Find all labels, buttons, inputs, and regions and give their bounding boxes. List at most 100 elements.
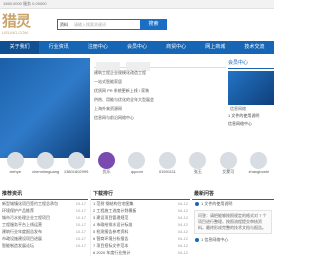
download-ranking-title: 下载排行 xyxy=(91,190,190,200)
search-category-select[interactable]: 资料 xyxy=(58,20,74,29)
list-item[interactable]: 3 建设项目管理规范 04-12 xyxy=(91,214,190,221)
bullet-icon xyxy=(195,237,199,242)
list-item-date: 04-12 xyxy=(177,243,188,248)
avatar xyxy=(67,152,85,169)
list-item-date: 04-12 xyxy=(177,229,188,234)
list-item[interactable]: 城市污水处理企业工程项目 10-17 xyxy=(0,214,88,221)
news-row[interactable]: 上海外来资源网 xyxy=(94,104,226,113)
list-item[interactable]: 4 市政给排水设计标准 04-12 xyxy=(91,221,190,228)
site-logo[interactable]: 猎灵 LIELING.COM xyxy=(2,12,32,36)
avatar xyxy=(128,152,146,169)
qa-question[interactable]: 1 文件的使用说明 xyxy=(192,200,274,208)
nav-item-about[interactable]: 关于我们 xyxy=(0,41,40,54)
qa-question[interactable]: 1 信息网络中心 xyxy=(192,236,274,244)
avatar xyxy=(250,152,268,169)
member-panel: 会员中心 信息网络 1 文件的使用说明 信息网络中心 xyxy=(228,58,274,128)
member-avatar-item[interactable]: xiehye xyxy=(1,152,29,176)
member-link[interactable]: 1 文件的使用说明 xyxy=(228,112,274,120)
member-avatars: xiehye chennlimguang 13801602999 优乐 qqco… xyxy=(0,152,274,176)
list-item[interactable]: 8 2020 年度行业统计 04-12 xyxy=(91,249,190,256)
nav-item-shop[interactable]: 网上商城 xyxy=(196,41,235,54)
list-item-date: 04-12 xyxy=(177,222,188,227)
member-avatar-item[interactable]: 张玉 xyxy=(184,152,212,176)
featured-banner[interactable] xyxy=(0,58,90,158)
member-avatar-item[interactable]: qqcom xyxy=(123,152,151,176)
member-avatar-item[interactable]: zhangboshi xyxy=(245,152,273,176)
list-item-date: 04-12 xyxy=(177,236,188,241)
news-panel: 建筑工程企业规模化改造工程 一站式智能家居 优质网 PR 系统更新上线 / 家装… xyxy=(94,58,226,122)
qa-answer: 问答：请把能够按照规定的格式对 7 个项目进行整理，按照流程提交审核资料，最终形… xyxy=(194,210,272,234)
list-item[interactable]: 工程服务平台上线运营 10-17 xyxy=(0,221,88,228)
list-item-title: 市政设施建设项目进展 xyxy=(2,236,42,241)
member-avatar-item[interactable]: 13801602999 xyxy=(62,152,90,176)
list-item-date: 10-17 xyxy=(75,201,86,206)
list-item-title: 7 项目招标文件范本 xyxy=(93,243,129,248)
bottom-section: 推荐资讯 新型城镇化项目签约工程总承包 10-17 环境保护产品推荐 10-17 城… xyxy=(0,190,274,266)
member-link[interactable]: 信息网络中心 xyxy=(228,120,274,128)
list-item[interactable]: 新型城镇化项目签约工程总承包 10-17 xyxy=(0,200,88,207)
main-nav: 关于我们 行业资讯 注册中心 会员中心 商贸中心 网上商城 技术交流 xyxy=(0,41,274,54)
avatar-name: qqcom xyxy=(130,169,143,174)
list-item[interactable]: 环境保护产品推荐 10-17 xyxy=(0,207,88,214)
avatar-name: 优乐 xyxy=(102,169,111,174)
logo-subtext: LIELING.COM xyxy=(2,30,28,35)
list-item-date: 04-12 xyxy=(177,215,188,220)
list-item[interactable]: 7 项目招标文件范本 04-12 xyxy=(91,242,190,249)
nav-item-register[interactable]: 注册中心 xyxy=(78,41,117,54)
latest-qa: 最新问答 1 文件的使用说明 问答：请把能够按照规定的格式对 7 个项目进行整理… xyxy=(192,190,274,244)
avatar-name: 01591111 xyxy=(158,169,176,174)
avatar xyxy=(98,152,116,169)
list-item[interactable]: 智能制造发展论坛 10-17 xyxy=(0,242,88,249)
avatar-name: zhangboshi xyxy=(248,169,269,174)
member-banner-caption: 信息网络 xyxy=(230,106,246,111)
nav-item-trade[interactable]: 商贸中心 xyxy=(157,41,196,54)
qa-question-text: 1 文件的使用说明 xyxy=(201,201,233,206)
top-bar: 1569.0000 服务 0.00000 xyxy=(0,0,274,9)
list-item-title: 工程服务平台上线运营 xyxy=(2,222,42,227)
list-item-title: 2 工程施工进度计划模板 xyxy=(93,208,137,213)
list-item-title: 3 建设项目管理规范 xyxy=(93,215,129,220)
news-row[interactable]: 信息网与前沿网络中心 xyxy=(94,113,226,122)
list-item-title: 新型城镇化项目签约工程总承包 xyxy=(2,201,58,206)
avatar xyxy=(158,152,176,169)
search-button[interactable]: 搜索 xyxy=(140,19,167,30)
member-avatar-item[interactable]: chennlimguang xyxy=(32,152,60,176)
list-item[interactable]: 1 范例 钢结构住宅图集 04-12 xyxy=(91,200,190,207)
news-row[interactable]: 建筑工程企业规模化改造工程 xyxy=(94,68,226,77)
member-avatar-item[interactable]: 优乐 xyxy=(93,152,121,176)
news-row[interactable]: 优质网 PR 系统更新上线 / 家装 xyxy=(94,86,226,95)
recommended-news-title: 推荐资讯 xyxy=(0,190,88,200)
member-avatar-item[interactable]: 01591111 xyxy=(153,152,181,176)
list-item-title: 5 检测报告参考资料 xyxy=(93,229,129,234)
header: 猎灵 LIELING.COM 资料 请输入搜索关键词 搜索 xyxy=(0,9,274,41)
news-tabs xyxy=(94,58,226,71)
news-row[interactable]: 一站式智能家居 xyxy=(94,77,226,86)
list-item[interactable]: 2 工程施工进度计划模板 04-12 xyxy=(91,207,190,214)
list-item-title: 智能制造发展论坛 xyxy=(2,243,34,248)
member-panel-title: 会员中心 xyxy=(228,58,274,69)
avatar-name: 张玉 xyxy=(193,169,202,174)
list-item-date: 10-17 xyxy=(75,243,86,248)
member-banner[interactable] xyxy=(228,71,274,105)
list-item-date: 10-17 xyxy=(75,236,86,241)
list-item[interactable]: 6 营商环境分析报告 04-12 xyxy=(91,235,190,242)
list-item[interactable]: 5 检测报告参考资料 04-12 xyxy=(91,228,190,235)
list-item-title: 1 范例 钢结构住宅图集 xyxy=(93,201,134,206)
list-item-title: 8 2020 年度行业统计 xyxy=(93,250,131,255)
nav-item-member[interactable]: 会员中心 xyxy=(117,41,156,54)
avatar xyxy=(219,152,237,169)
list-item[interactable]: 建筑行业年度报告发布 10-17 xyxy=(0,228,88,235)
list-item-title: 建筑行业年度报告发布 xyxy=(2,229,42,234)
list-item-date: 04-12 xyxy=(177,208,188,213)
list-item-title: 4 市政给排水设计标准 xyxy=(93,222,133,227)
nav-item-news[interactable]: 行业资讯 xyxy=(39,41,78,54)
nav-item-tech[interactable]: 技术交流 xyxy=(235,41,274,54)
avatar-name: 艾蒙可 xyxy=(222,169,235,174)
latest-qa-title: 最新问答 xyxy=(192,190,274,200)
avatar-name: chennlimguang xyxy=(32,169,60,174)
member-avatar-item[interactable]: 艾蒙可 xyxy=(214,152,242,176)
news-row[interactable]: 供热、用能与优化的全年大型展会 xyxy=(94,95,226,104)
list-item-date: 10-17 xyxy=(75,222,86,227)
list-item[interactable]: 市政设施建设项目进展 10-17 xyxy=(0,235,88,242)
bullet-icon xyxy=(195,201,199,206)
